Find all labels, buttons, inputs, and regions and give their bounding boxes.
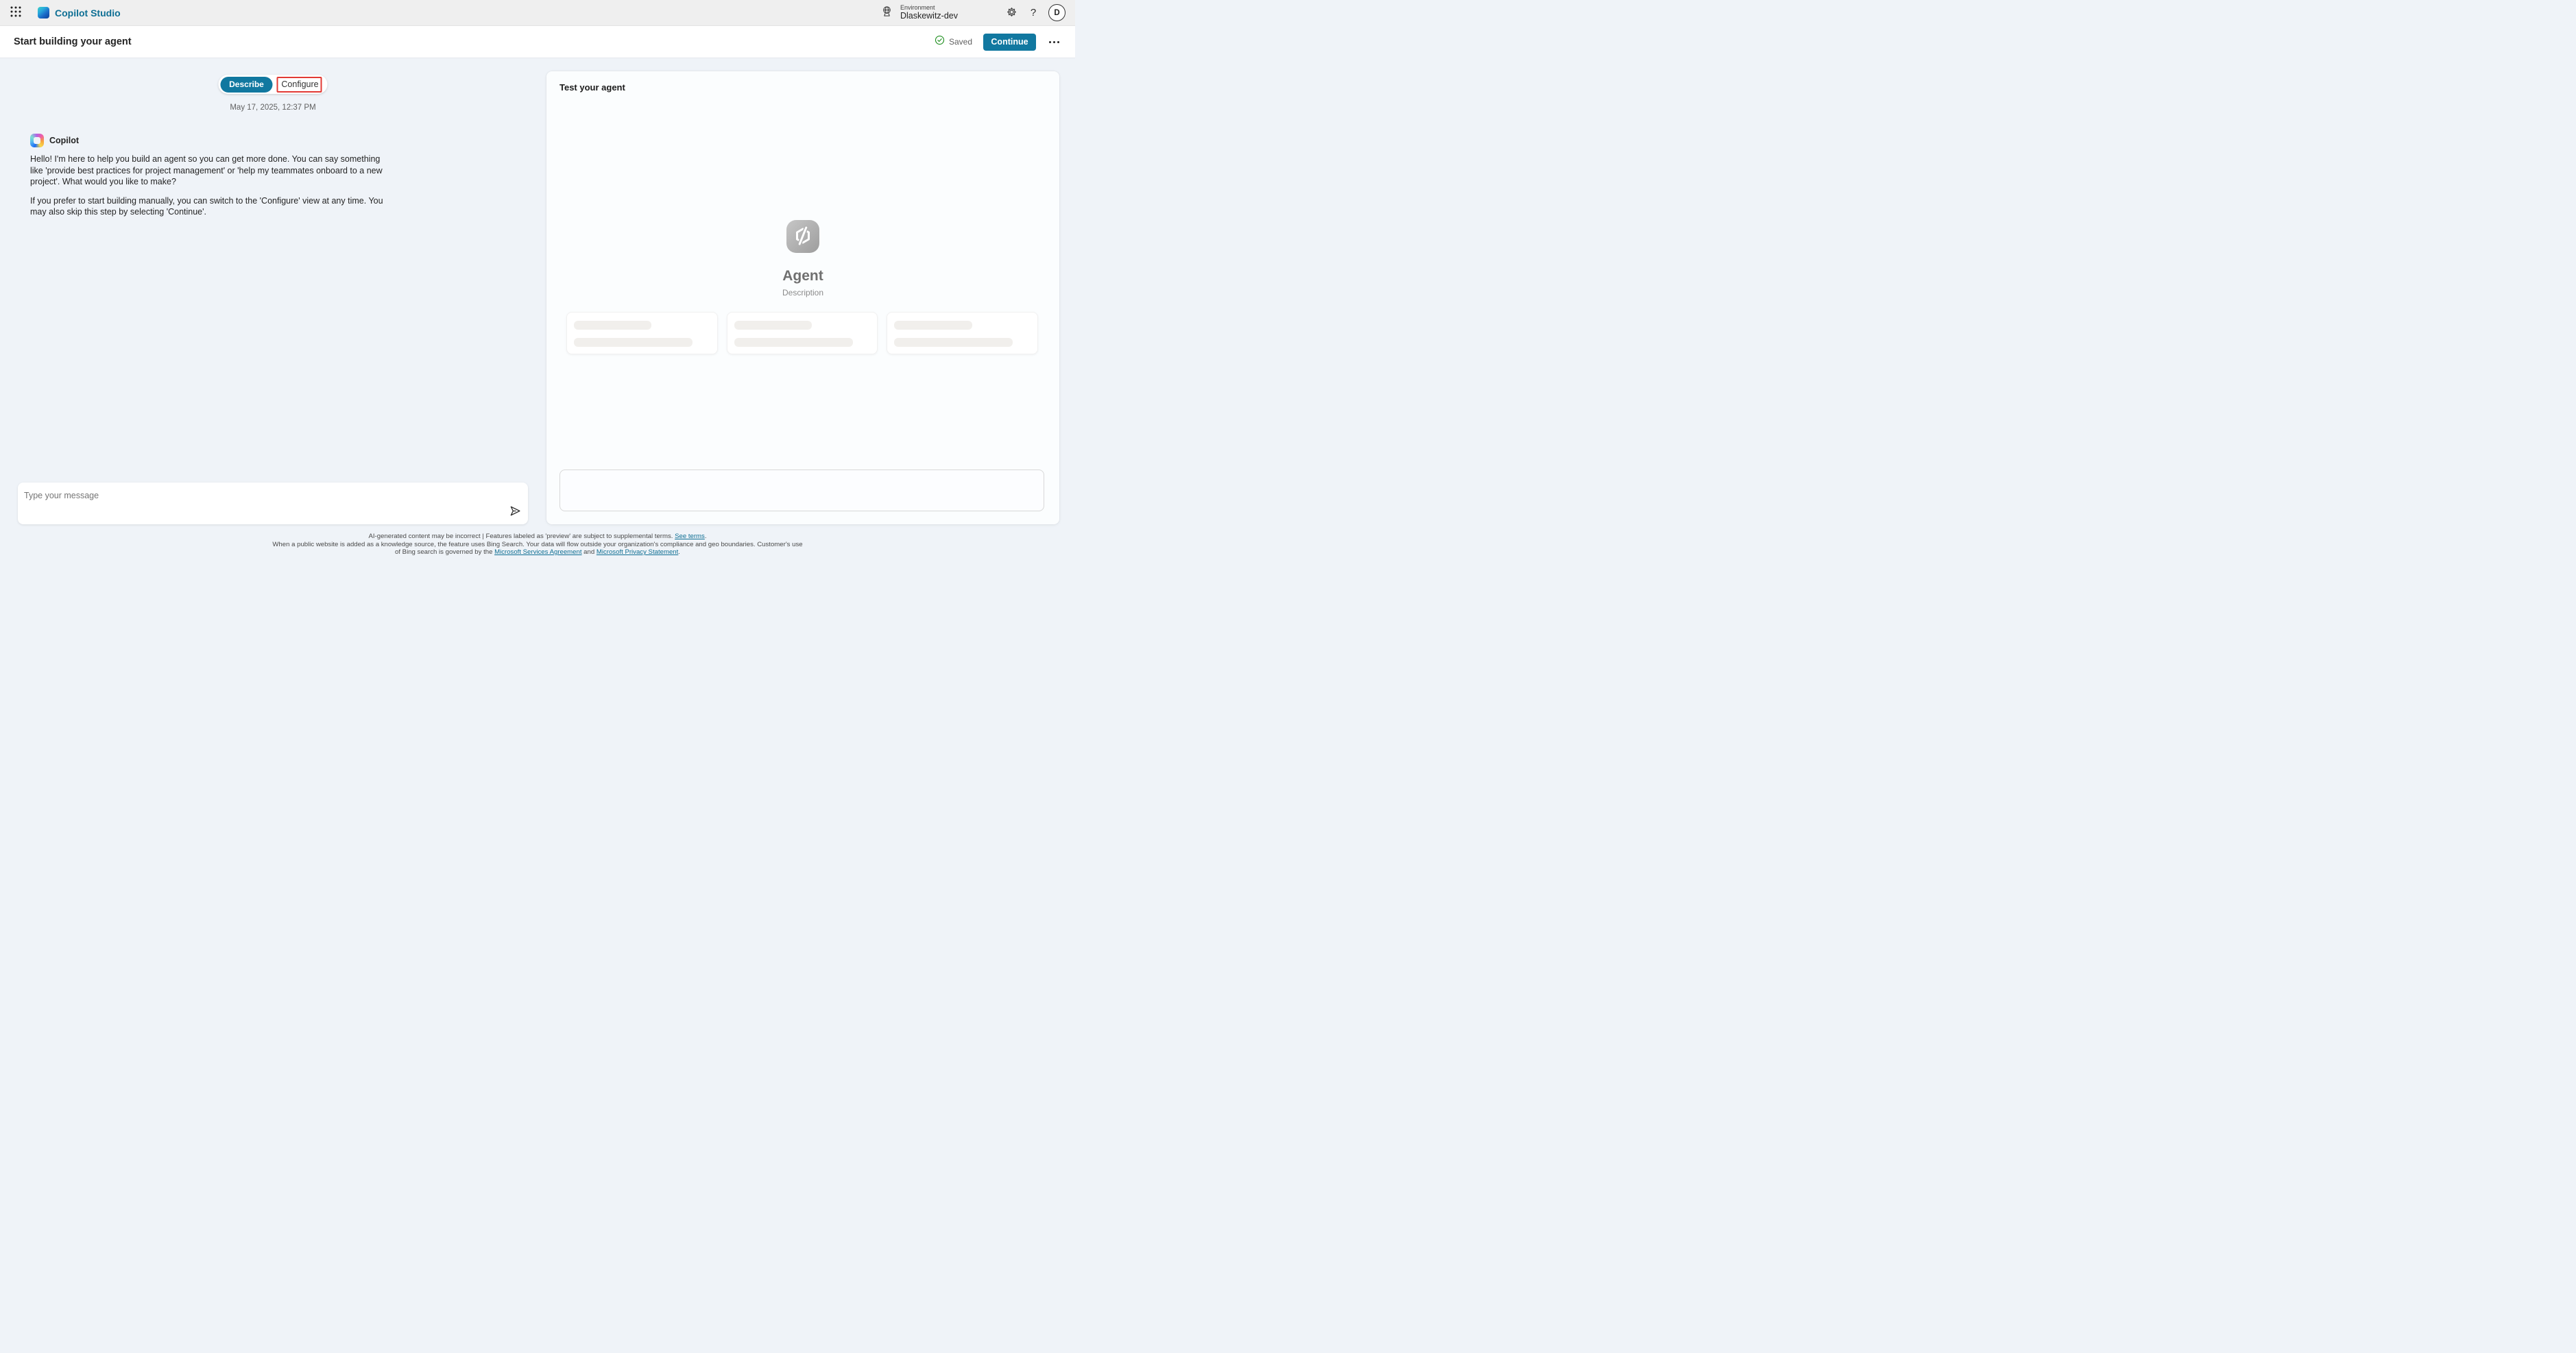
- environment-switcher[interactable]: Environment Dlaskewitz-dev: [880, 4, 958, 21]
- copilot-studio-logo-icon: [38, 7, 49, 19]
- view-toggle: Describe Configure: [219, 75, 328, 94]
- message-author: Copilot: [49, 136, 79, 145]
- conversation-timestamp: May 17, 2025, 12:37 PM: [18, 103, 528, 112]
- message-input-box: [18, 483, 528, 524]
- topbar-right: Environment Dlaskewitz-dev: [880, 0, 1075, 26]
- disclaimer-line-3: of Bing search is governed by the Micros…: [0, 548, 1075, 557]
- environment-text: Environment Dlaskewitz-dev: [900, 4, 958, 21]
- help-button[interactable]: ?: [1022, 0, 1044, 26]
- app-launcher-button[interactable]: [3, 0, 28, 26]
- top-app-bar: Copilot Studio Environment Dlaskewitz-de…: [0, 0, 1075, 26]
- copilot-studio-app: Copilot Studio Environment Dlaskewitz-de…: [0, 0, 1075, 565]
- brand[interactable]: Copilot Studio: [38, 7, 121, 19]
- skeleton-card: [727, 312, 878, 354]
- environment-label: Environment: [900, 4, 958, 11]
- tab-configure[interactable]: Configure: [273, 75, 328, 94]
- command-bar: Start building your agent Saved Continue: [0, 26, 1075, 58]
- send-button[interactable]: [508, 505, 522, 519]
- save-status: Saved: [935, 35, 972, 49]
- skeleton-bar: [734, 321, 812, 330]
- saved-check-icon: [935, 35, 945, 49]
- test-panel-title: Test your agent: [559, 82, 625, 93]
- copilot-logo-icon: [30, 134, 44, 147]
- skeleton-card: [566, 312, 718, 354]
- builder-pane: Describe Configure May 17, 2025, 12:37 P…: [18, 58, 528, 565]
- avatar-initial: D: [1054, 9, 1059, 17]
- disclaimer-line-1: AI-generated content may be incorrect | …: [0, 533, 1075, 541]
- skeleton-bar: [574, 321, 651, 330]
- test-agent-panel: Test your agent Age: [546, 71, 1059, 524]
- continue-button[interactable]: Continue: [983, 34, 1036, 51]
- agent-description: Description: [546, 288, 1059, 297]
- agent-placeholder: Agent Description: [546, 220, 1059, 297]
- view-toggle-wrap: Describe Configure: [219, 75, 328, 94]
- skeleton-card: [887, 312, 1038, 354]
- saved-label: Saved: [949, 37, 972, 47]
- brand-title: Copilot Studio: [55, 8, 121, 19]
- agent-name: Agent: [546, 268, 1059, 284]
- settings-button[interactable]: [1000, 0, 1022, 26]
- skeleton-bar: [574, 338, 693, 347]
- services-agreement-link[interactable]: Microsoft Services Agreement: [494, 548, 581, 556]
- suggestion-skeleton-row: [566, 312, 1038, 354]
- skeleton-bar: [894, 338, 1013, 347]
- skeleton-bar: [894, 321, 972, 330]
- see-terms-link[interactable]: See terms: [675, 533, 705, 540]
- privacy-statement-link[interactable]: Microsoft Privacy Statement: [597, 548, 678, 556]
- ellipsis-icon: [1049, 41, 1051, 43]
- message-header: Copilot: [30, 134, 389, 147]
- gear-icon: [1006, 6, 1018, 20]
- message-paragraph: If you prefer to start building manually…: [30, 195, 389, 218]
- footer-disclaimer: AI-generated content may be incorrect | …: [0, 533, 1075, 557]
- main-content: Describe Configure May 17, 2025, 12:37 P…: [0, 58, 1075, 565]
- skeleton-bar: [734, 338, 853, 347]
- test-panel-input[interactable]: [559, 470, 1044, 511]
- copilot-message: Copilot Hello! I'm here to help you buil…: [30, 134, 389, 226]
- environment-globe-icon: [880, 5, 893, 21]
- message-input[interactable]: [18, 483, 528, 524]
- disclaimer-line-2: When a public website is added as a know…: [0, 541, 1075, 549]
- tab-describe[interactable]: Describe: [221, 77, 273, 93]
- account-avatar[interactable]: D: [1048, 4, 1066, 21]
- command-bar-right: Saved Continue: [935, 33, 1075, 51]
- waffle-icon: [10, 5, 22, 20]
- message-paragraph: Hello! I'm here to help you build an age…: [30, 154, 389, 188]
- page-title: Start building your agent: [14, 36, 132, 47]
- more-options-button[interactable]: [1045, 33, 1063, 51]
- message-body: Hello! I'm here to help you build an age…: [30, 154, 389, 218]
- agent-icon: [546, 220, 1059, 256]
- help-icon: ?: [1031, 7, 1036, 19]
- environment-name: Dlaskewitz-dev: [900, 11, 958, 21]
- send-icon: [509, 505, 521, 519]
